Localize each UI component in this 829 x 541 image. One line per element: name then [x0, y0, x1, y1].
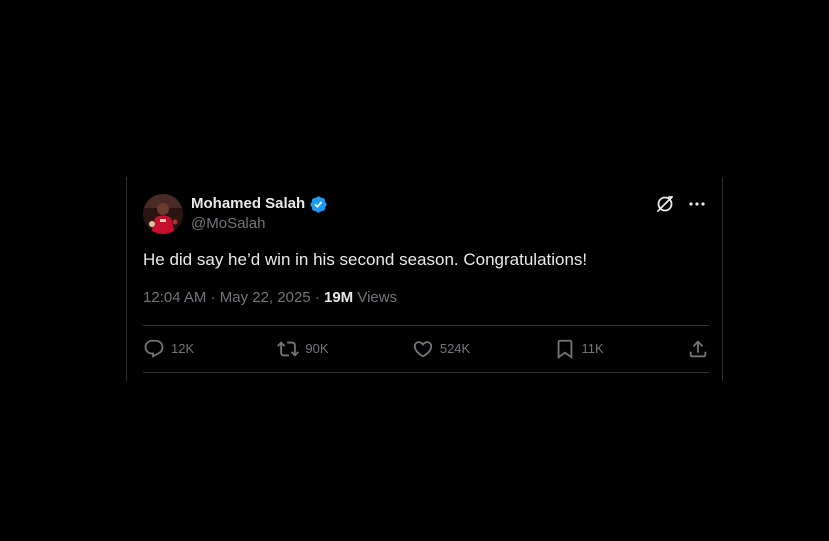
- views-count[interactable]: 19M: [324, 289, 353, 306]
- author-display-name[interactable]: Mohamed Salah: [191, 194, 305, 214]
- bookmark-icon: [557, 339, 572, 360]
- author-handle[interactable]: @MoSalah: [191, 214, 265, 234]
- avatar[interactable]: [143, 194, 183, 234]
- meta-separator: ·: [210, 289, 216, 306]
- more-icon[interactable]: [686, 193, 708, 215]
- verified-badge-icon[interactable]: [309, 195, 328, 214]
- bookmark-button[interactable]: 11K: [554, 338, 604, 360]
- like-count: 524K: [439, 341, 471, 356]
- repost-count: 90K: [305, 341, 329, 356]
- tweet-text: He did say he’d win in his second season…: [143, 250, 588, 269]
- tweet-time[interactable]: 12:04 AM: [143, 289, 206, 306]
- tweet-meta: 12:04 AM · May 22, 2025 · 19M Views: [143, 288, 397, 308]
- share-button[interactable]: [687, 338, 709, 360]
- repost-icon: [277, 341, 300, 357]
- views-label: Views: [357, 289, 398, 306]
- heart-icon: [413, 341, 433, 358]
- divider-bottom: [143, 372, 709, 373]
- reply-button[interactable]: 12K: [143, 338, 194, 360]
- like-button[interactable]: 524K: [412, 338, 470, 360]
- avatar-image: [143, 194, 183, 234]
- tweet-card[interactable]: Mohamed Salah @MoSalah He did say he’d w: [126, 177, 723, 381]
- grok-icon[interactable]: [654, 193, 676, 215]
- meta-separator: ·: [314, 289, 320, 306]
- top-actions: [654, 193, 708, 215]
- repost-button[interactable]: 90K: [277, 338, 329, 360]
- reply-icon: [144, 339, 164, 358]
- author-name-row: Mohamed Salah: [191, 194, 328, 214]
- actions-bar: 12K 90K 524K 11K: [143, 326, 709, 372]
- tweet-date[interactable]: May 22, 2025: [220, 289, 311, 306]
- bookmark-count: 11K: [581, 341, 604, 356]
- reply-count: 12K: [171, 341, 195, 356]
- share-icon: [689, 340, 707, 358]
